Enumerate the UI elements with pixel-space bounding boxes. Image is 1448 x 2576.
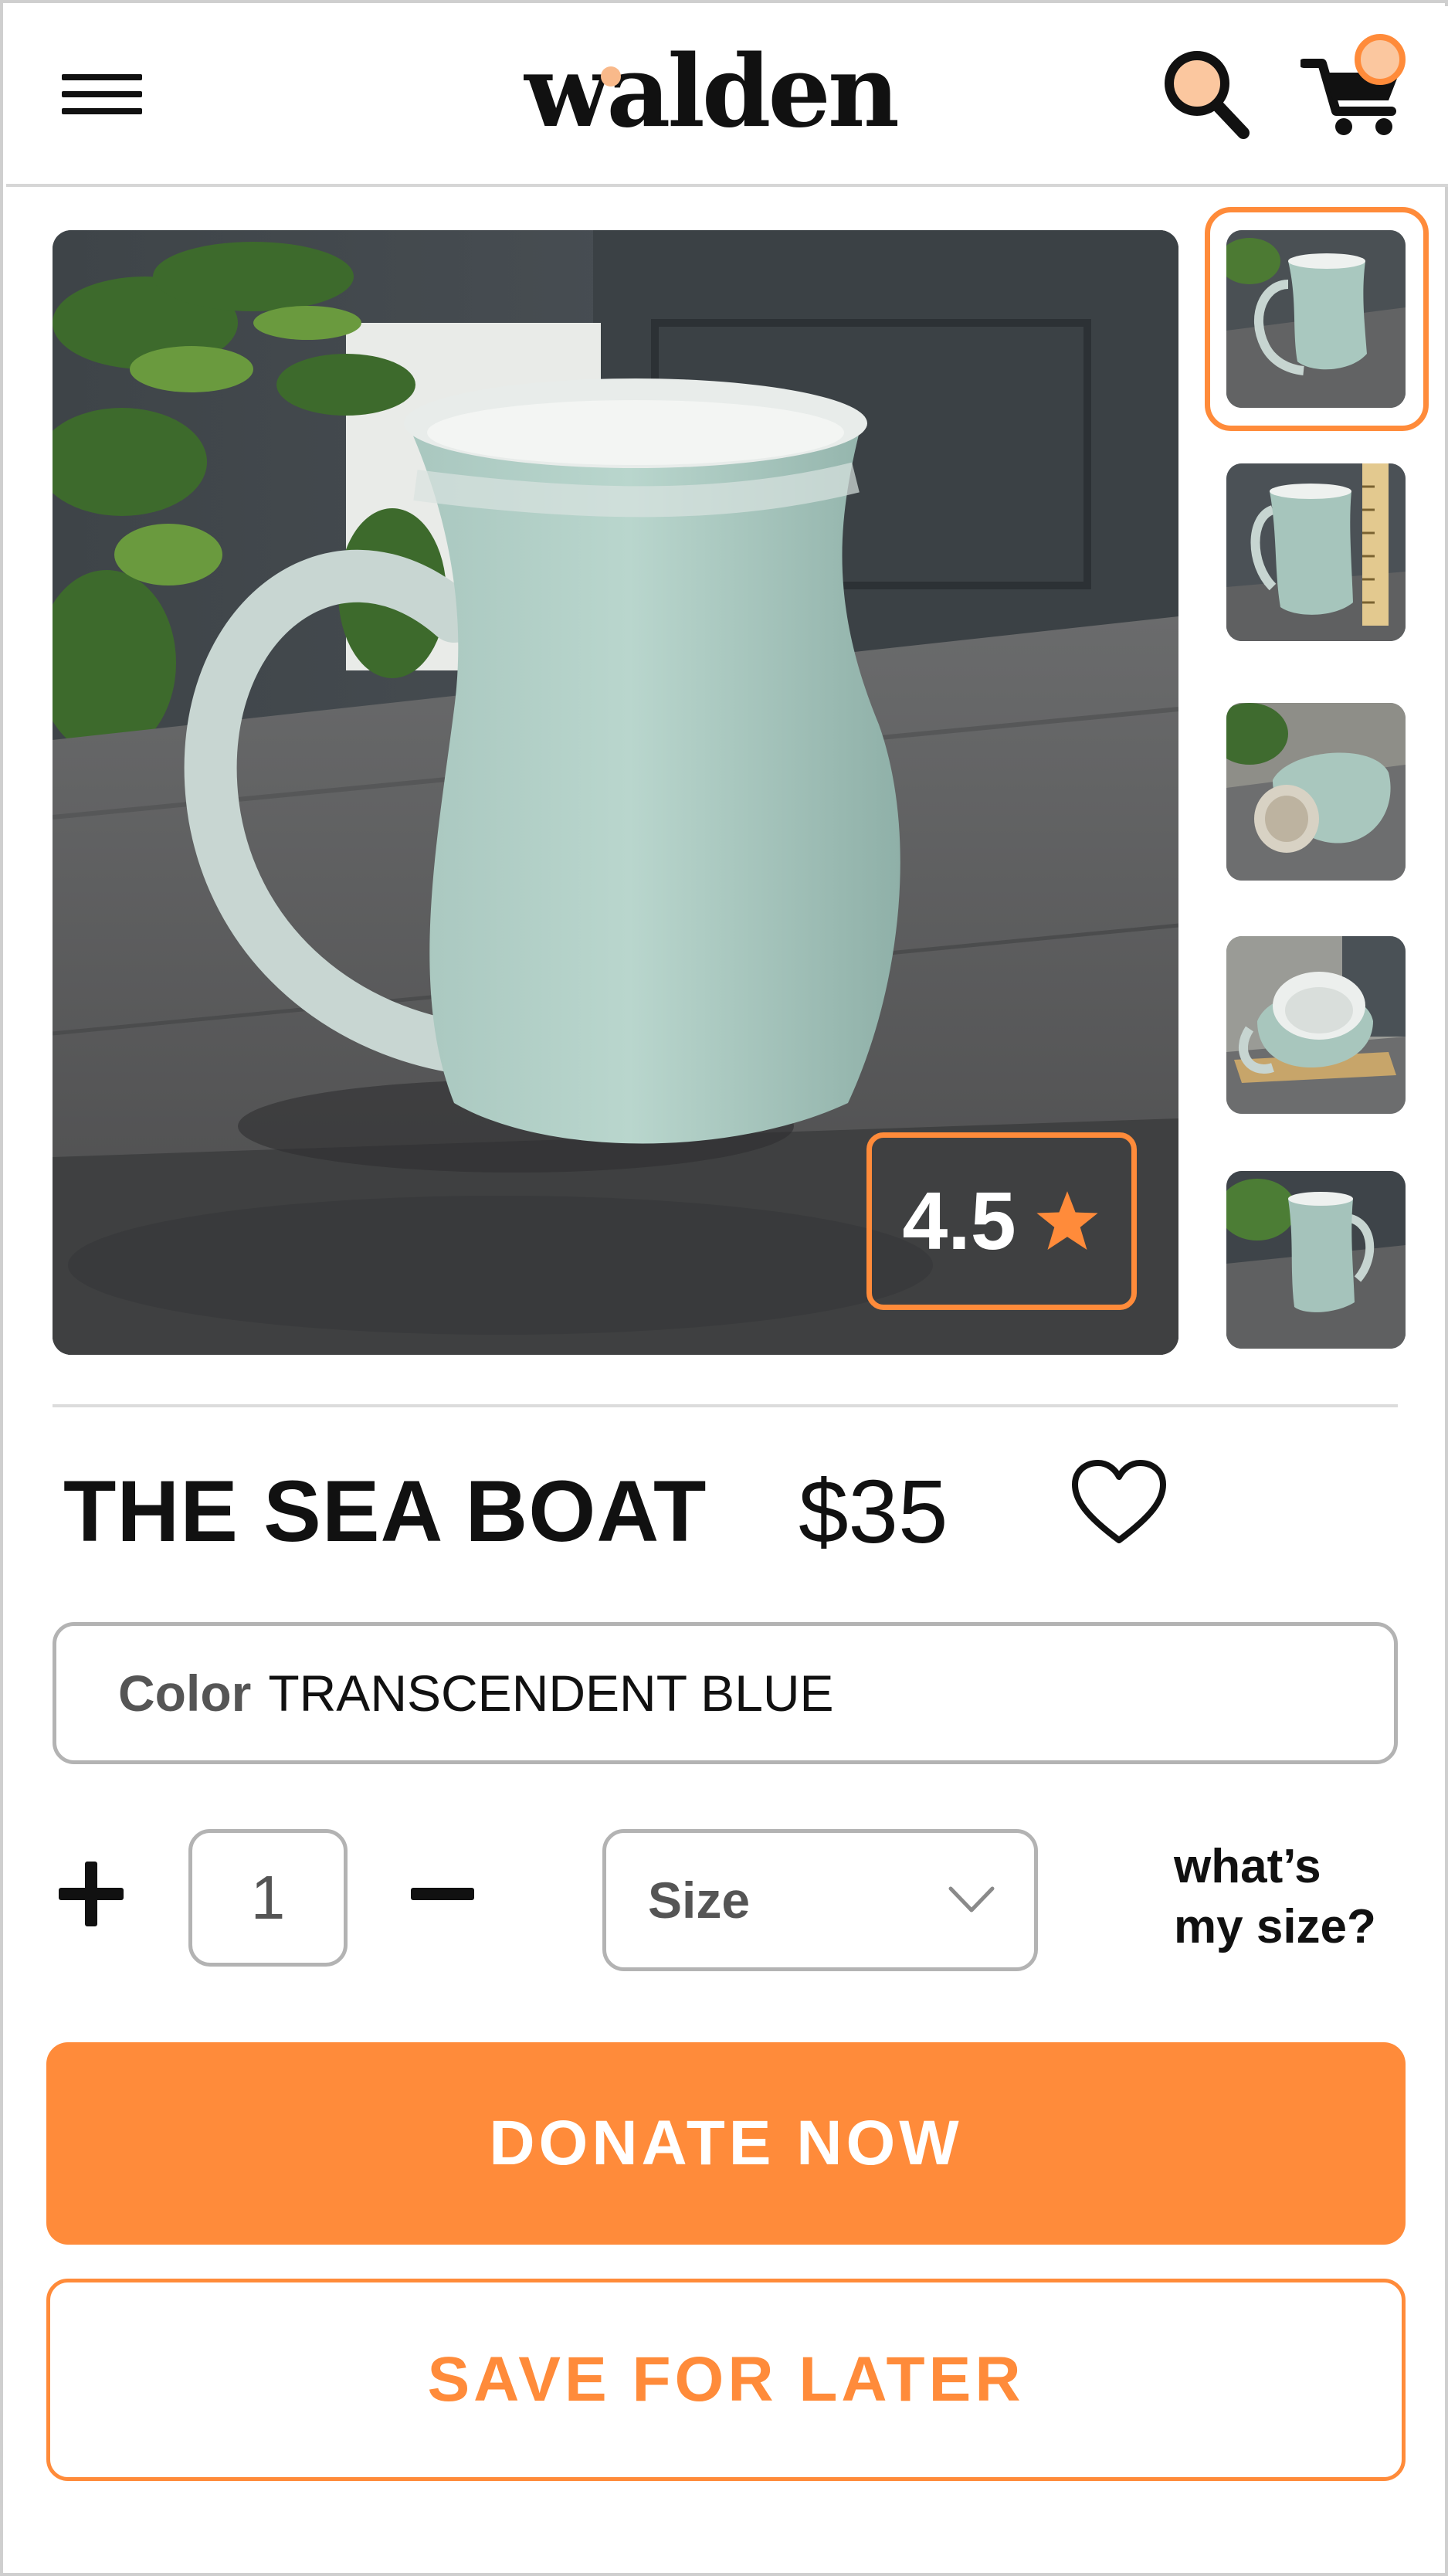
donate-now-button[interactable]: DONATE NOW	[46, 2042, 1406, 2245]
size-dropdown[interactable]: Size	[602, 1829, 1038, 1971]
heart-outline-icon[interactable]	[1070, 1458, 1168, 1546]
rating-value: 4.5	[902, 1175, 1016, 1267]
size-guide-line2: my size?	[1174, 1900, 1376, 1953]
color-value: TRANSCENDENT BLUE	[268, 1665, 834, 1722]
product-title: THE SEA BOAT	[63, 1463, 707, 1560]
thumbnail-image	[1226, 230, 1406, 408]
thumbnail-image	[1226, 1171, 1406, 1349]
cart-count-badge	[1355, 34, 1406, 85]
thumbnail-4[interactable]	[1226, 936, 1406, 1114]
section-divider	[53, 1404, 1398, 1407]
star-icon	[1036, 1191, 1098, 1250]
thumbnail-3[interactable]	[1226, 703, 1406, 881]
color-label: Color	[118, 1665, 252, 1722]
size-guide-line1: what’s	[1174, 1840, 1321, 1893]
product-price: $35	[799, 1461, 948, 1562]
chevron-down-icon	[948, 1886, 995, 1912]
quantity-input[interactable]: 1	[188, 1829, 348, 1967]
thumbnail-5[interactable]	[1226, 1171, 1406, 1349]
thumbnail-image	[1226, 936, 1406, 1114]
minus-icon[interactable]	[411, 1888, 474, 1900]
menu-line	[62, 108, 142, 114]
size-placeholder: Size	[648, 1872, 751, 1929]
size-guide-link[interactable]: what’s my size?	[1174, 1837, 1406, 1957]
menu-line	[62, 91, 142, 97]
thumbnail-1[interactable]	[1226, 230, 1406, 408]
save-for-later-button[interactable]: SAVE FOR LATER	[46, 2279, 1406, 2481]
thumbnail-image	[1226, 463, 1406, 641]
color-selector[interactable]: Color TRANSCENDENT BLUE	[53, 1622, 1398, 1764]
hamburger-menu-icon[interactable]	[62, 66, 145, 116]
plus-icon[interactable]	[59, 1862, 124, 1926]
rating-badge[interactable]: 4.5	[866, 1132, 1137, 1310]
thumbnail-image	[1226, 703, 1406, 881]
menu-line	[62, 74, 142, 80]
brand-logo[interactable]: walden	[494, 34, 927, 150]
search-icon[interactable]	[1158, 46, 1251, 139]
thumbnail-2[interactable]	[1226, 463, 1406, 641]
app-frame: walden 4.5 THE SEA BOAT $35 Color TRANSC…	[0, 0, 1448, 2576]
logo-accent-dot	[601, 66, 621, 87]
